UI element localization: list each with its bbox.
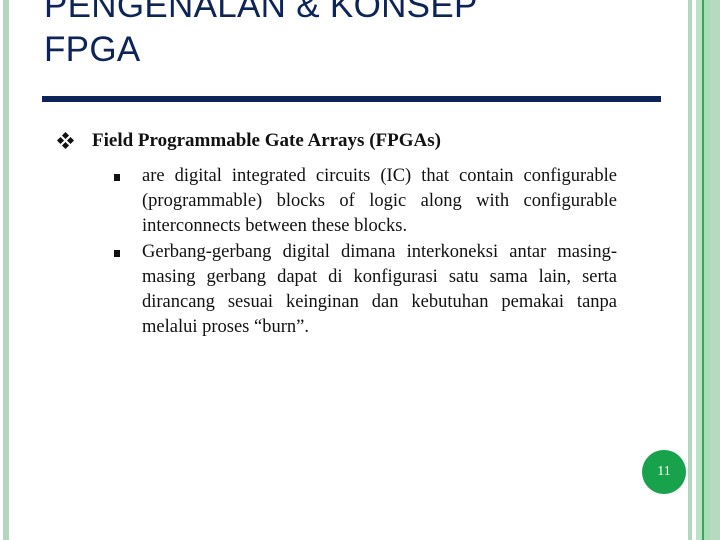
page-number-badge: 11 [642,450,686,494]
slide-title: PENGENALAN & KONSEP FPGA [44,0,478,72]
stripe [688,0,692,540]
sub-bullet: are digital integrated circuits (IC) tha… [114,164,617,240]
right-decorative-stripes [688,0,720,540]
title-underline-rule [42,96,661,102]
slide-body: Field Programmable Gate Arrays (FPGAs) a… [56,128,626,340]
square-bullet-icon [114,249,120,257]
slide-title-line-1: PENGENALAN & KONSEP [44,0,478,25]
stripe [710,0,720,540]
left-decorative-stripe [3,0,9,540]
heading-text: Field Programmable Gate Arrays (FPGAs) [92,130,441,151]
sub-bullet: Gerbang-gerbang digital dimana interkone… [114,240,617,341]
four-diamond-bullet-icon [56,131,75,150]
sub-bullet-text: are digital integrated circuits (IC) tha… [142,166,617,237]
square-bullet-icon [114,174,120,181]
sub-bullet-text: Gerbang-gerbang digital dimana interkone… [142,241,617,338]
bullet-heading: Field Programmable Gate Arrays (FPGAs) [56,128,626,154]
slide-title-line-2: FPGA [44,30,141,69]
